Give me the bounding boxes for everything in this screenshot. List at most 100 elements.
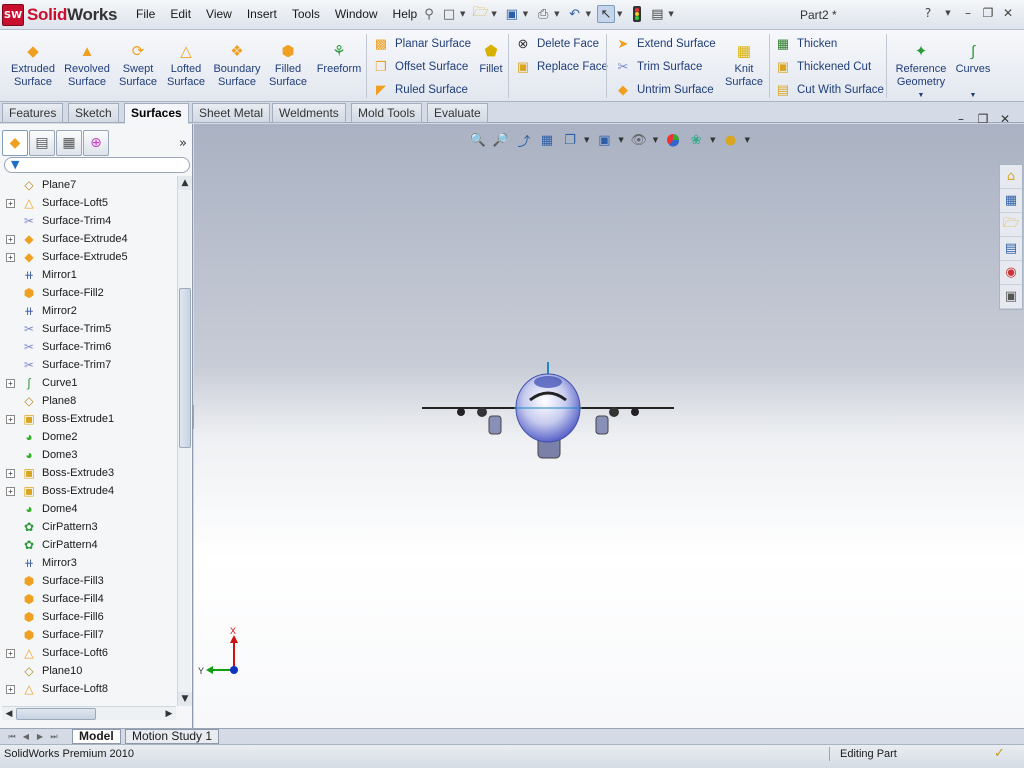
tab-sheet-metal[interactable]: Sheet Metal [192,103,271,123]
tab-mold-tools[interactable]: Mold Tools [351,103,423,123]
scroll-right-icon[interactable]: ▶ [162,707,176,721]
chevron-down-icon[interactable]: ▼ [938,6,958,20]
thicken-button[interactable]: ▦ Thicken [774,35,837,53]
view-settings-icon[interactable]: ● [722,131,740,149]
tree-item[interactable]: ⧺ Mirror3 [0,554,176,572]
tree-item[interactable]: ◕ Dome3 [0,446,176,464]
tree-item[interactable]: ✂ Surface-Trim7 [0,356,176,374]
close-icon[interactable]: ✕ [998,6,1018,20]
thickened-cut-button[interactable]: ▣ Thickened Cut [774,58,871,76]
replace-face-button[interactable]: ▣ Replace Face [514,58,608,76]
delete-face-button[interactable]: ⊗ Delete Face [514,35,599,53]
tab-motion-study-1[interactable]: Motion Study 1 [125,729,220,744]
appearances-icon[interactable]: ◉ [1000,261,1022,285]
first-tab-icon[interactable]: ⏮ [6,731,18,743]
chevron-down-icon[interactable]: ▼ [617,10,622,18]
menu-window[interactable]: Window [335,7,378,21]
tree-item[interactable]: ✂ Surface-Trim4 [0,212,176,230]
knit-surface-button[interactable]: ▦ Knit Surface [718,41,770,89]
scroll-up-icon[interactable]: ▲ [178,176,192,190]
expand-icon[interactable]: + [6,486,15,496]
feature-filter-input[interactable]: ▼ [4,157,190,173]
view-orientation-icon[interactable]: ❐ [561,131,579,149]
tree-item[interactable]: ✿ CirPattern4 [0,536,176,554]
tree-item[interactable]: ✂ Surface-Trim6 [0,338,176,356]
edit-appearance-icon[interactable] [664,131,682,149]
zoom-to-area-icon[interactable]: 🔎 [492,131,510,149]
design-library-icon[interactable]: ▦ [1000,189,1022,213]
lofted-surface-button[interactable]: △ Lofted Surface [159,41,213,89]
tree-item[interactable]: + ◆ Surface-Extrude5 [0,248,176,266]
chevron-right-icon[interactable]: » [179,136,187,151]
restore-icon[interactable]: ❐ [972,112,994,126]
tab-features[interactable]: Features [2,103,64,123]
menu-file[interactable]: File [136,7,155,21]
chevron-down-icon[interactable]: ▼ [584,136,589,144]
tree-horizontal-scrollbar[interactable]: ◀ ▶ [2,706,176,720]
tree-item[interactable]: + ▣ Boss-Extrude4 [0,482,176,500]
menu-edit[interactable]: Edit [170,7,191,21]
tab-evaluate[interactable]: Evaluate [427,103,488,123]
tree-item[interactable]: ◕ Dome2 [0,428,176,446]
print-icon[interactable]: ⎙ [534,5,552,23]
previous-tab-icon[interactable]: ◀ [20,731,32,743]
expand-icon[interactable]: + [6,468,15,478]
new-document-icon[interactable]: □ [440,5,458,23]
help-icon[interactable]: ? [918,6,938,20]
extend-surface-button[interactable]: ➤ Extend Surface [614,35,716,53]
quick-tips-icon[interactable]: ✓ [994,746,1005,761]
home-icon[interactable]: ⌂ [1000,165,1022,189]
dimxpert-icon[interactable]: ⊕ [83,130,109,156]
expand-icon[interactable]: + [6,648,15,658]
expand-icon[interactable]: + [6,684,15,694]
tree-item[interactable]: ◇ Plane8 [0,392,176,410]
menu-view[interactable]: View [206,7,232,21]
apply-scene-icon[interactable]: ❀ [687,131,705,149]
options-icon[interactable]: ▤ [648,5,666,23]
tree-vertical-scrollbar[interactable]: ▲ ▼ [177,176,192,706]
expand-icon[interactable]: + [6,252,15,262]
reference-geometry-button[interactable]: ✦ Reference Geometry ▼ [892,41,950,102]
tree-item[interactable]: ✂ Surface-Trim5 [0,320,176,338]
tree-item[interactable]: ⬢ Surface-Fill3 [0,572,176,590]
chevron-down-icon[interactable]: ▼ [618,136,623,144]
tree-item[interactable]: + △ Surface-Loft5 [0,194,176,212]
undo-icon[interactable]: ↶ [566,5,584,23]
chevron-down-icon[interactable]: ▼ [668,10,673,18]
custom-properties-icon[interactable]: ▣ [1000,285,1022,309]
zoom-to-fit-icon[interactable]: 🔍 [469,131,487,149]
file-explorer-icon[interactable]: 🗁 [1000,213,1022,237]
minimize-icon[interactable]: – [950,112,972,126]
hide-show-items-icon[interactable]: 👁 [630,131,648,149]
menu-insert[interactable]: Insert [247,7,277,21]
restore-icon[interactable]: ❐ [978,6,998,20]
feature-tree-icon[interactable]: ◆ [2,130,28,156]
tree-item[interactable]: ⬢ Surface-Fill4 [0,590,176,608]
scroll-thumb[interactable] [16,708,96,720]
chevron-down-icon[interactable]: ▼ [892,89,950,102]
tree-item[interactable]: ⬢ Surface-Fill6 [0,608,176,626]
chevron-down-icon[interactable]: ▼ [523,10,528,18]
tree-item[interactable]: ✿ CirPattern3 [0,518,176,536]
view-palette-icon[interactable]: ▤ [1000,237,1022,261]
chevron-down-icon[interactable]: ▼ [554,10,559,18]
freeform-button[interactable]: ⚘ Freeform [312,41,366,76]
open-folder-icon[interactable]: 🗁 [471,5,489,23]
rebuild-traffic-light-icon[interactable] [628,5,646,23]
tab-model[interactable]: Model [72,729,121,744]
tree-item[interactable]: + ◆ Surface-Extrude4 [0,230,176,248]
tab-weldments[interactable]: Weldments [272,103,346,123]
tree-item[interactable]: + ▣ Boss-Extrude1 [0,410,176,428]
aircraft-model[interactable] [414,354,684,474]
tree-item[interactable]: ⧺ Mirror1 [0,266,176,284]
scroll-left-icon[interactable]: ◀ [2,707,16,721]
planar-surface-button[interactable]: ▩ Planar Surface [372,35,471,53]
tree-item[interactable]: ◕ Dome4 [0,500,176,518]
scroll-down-icon[interactable]: ▼ [178,692,192,706]
tree-item[interactable]: + ∫ Curve1 [0,374,176,392]
property-manager-icon[interactable]: ▤ [29,130,55,156]
pin-icon[interactable]: ⚲ [420,5,438,23]
extruded-surface-button[interactable]: ◆ Extruded Surface [6,41,60,89]
expand-icon[interactable]: + [6,198,15,208]
tab-surfaces[interactable]: Surfaces [124,103,189,124]
